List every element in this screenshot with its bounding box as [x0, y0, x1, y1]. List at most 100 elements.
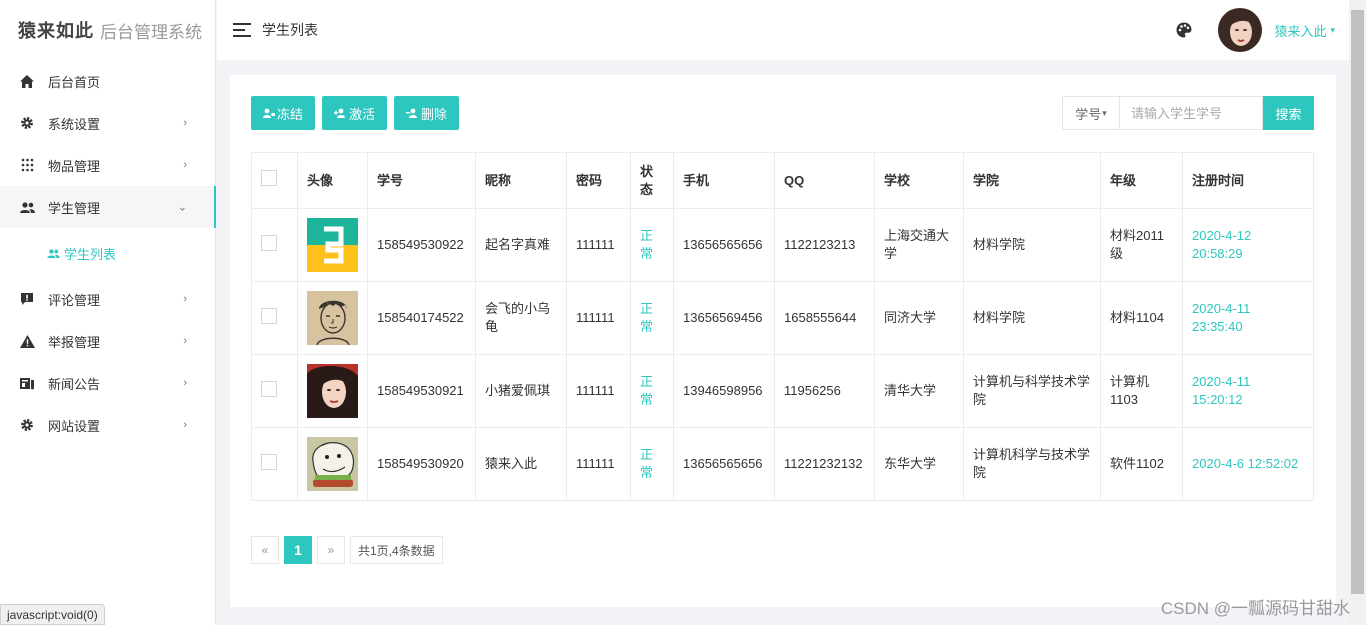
column-header: 学号 — [367, 152, 476, 209]
student-status: 正常 — [630, 281, 674, 355]
gear-icon — [19, 115, 35, 131]
avatar-cell — [297, 427, 368, 501]
table-row: 158549530921 小猪爱佩琪 111111 正常 13946598956… — [251, 354, 1314, 428]
chevron-right-icon: › — [183, 377, 187, 389]
delete-button[interactable]: 删除 — [394, 96, 460, 130]
caret-down-icon[interactable]: ▾ — [1330, 25, 1335, 36]
palette-icon[interactable] — [1176, 22, 1192, 38]
pagination-summary: 共1页,4条数据 — [350, 536, 443, 564]
student-qq: 11221232132 — [774, 427, 875, 501]
sidebar-item-label: 网站设置 — [48, 418, 101, 434]
column-header: 头像 — [297, 152, 368, 209]
delete-label: 删除 — [421, 106, 448, 122]
student-avatar[interactable] — [307, 218, 358, 272]
column-header: 手机 — [673, 152, 775, 209]
column-header: 年级 — [1100, 152, 1183, 209]
student-avatar[interactable] — [307, 437, 358, 491]
sidebar-item-label: 举报管理 — [48, 334, 101, 350]
search-input[interactable] — [1119, 96, 1263, 130]
student-qq: 1658555644 — [774, 281, 875, 355]
chevron-right-icon: › — [183, 293, 187, 305]
column-header: 学校 — [874, 152, 964, 209]
news-icon — [19, 375, 35, 391]
student-grade: 计算机1103 — [1100, 354, 1183, 428]
header-user-area: 猿来入此 ▾ — [1176, 0, 1335, 60]
student-qq: 1122123213 — [774, 208, 875, 282]
content-card: 冻结 激活 删除 学号 ▾ 搜索 头像 — [230, 75, 1336, 607]
student-college: 材料学院 — [963, 281, 1101, 355]
student-college: 计算机与科学技术学院 — [963, 354, 1101, 428]
chevron-right-icon: › — [183, 117, 187, 129]
caret-down-icon: ▾ — [1102, 107, 1107, 118]
student-registered-time: 2020-4-11 23:35:40 — [1182, 281, 1314, 355]
avatar-cell — [297, 354, 368, 428]
sidebar-item-label: 物品管理 — [48, 158, 101, 174]
column-header: 密码 — [566, 152, 631, 209]
sidebar-item-comments[interactable]: 评论管理 › — [0, 278, 215, 320]
chevron-right-icon: › — [183, 159, 187, 171]
student-id: 158549530921 — [367, 354, 476, 428]
sidebar-item-reports[interactable]: 举报管理 › — [0, 320, 215, 362]
page-title: 学生列表 — [262, 22, 318, 38]
student-password: 111111 — [566, 354, 631, 428]
activate-button[interactable]: 激活 — [322, 96, 388, 130]
username-dropdown[interactable]: 猿来入此 — [1274, 21, 1326, 40]
page-number-button[interactable]: 1 — [284, 536, 312, 564]
freeze-button[interactable]: 冻结 — [251, 96, 316, 130]
column-header: 注册时间 — [1182, 152, 1314, 209]
row-select-cell — [251, 427, 298, 501]
student-status: 正常 — [630, 354, 674, 428]
top-header: 学生列表 猿来入此 ▾ — [217, 0, 1349, 60]
search-button[interactable]: 搜索 — [1263, 96, 1314, 130]
sidebar-item-items[interactable]: 物品管理 › — [0, 144, 215, 186]
row-checkbox[interactable] — [261, 453, 277, 470]
menu-toggle-icon[interactable] — [233, 23, 251, 37]
student-avatar[interactable] — [307, 291, 358, 345]
sidebar-item-news[interactable]: 新闻公告 › — [0, 362, 215, 404]
table-row: 158549530920 猿来入此 111111 正常 13656565656 … — [251, 427, 1314, 501]
next-page-button[interactable]: » — [317, 536, 345, 564]
student-avatar[interactable] — [307, 364, 358, 418]
column-header: 状态 — [630, 152, 674, 209]
brand-logo[interactable]: 猿来如此 后台管理系统 — [0, 0, 215, 60]
select-all-checkbox[interactable] — [261, 170, 277, 186]
sidebar-menu: 后台首页 系统设置 › 物品管理 › 学生管理 ⌄ 学生列表 评论管理 › 举报… — [0, 60, 216, 446]
user-avatar[interactable] — [1218, 8, 1263, 52]
column-header: 学院 — [963, 152, 1101, 209]
student-nickname: 猿来入此 — [475, 427, 567, 501]
sidebar-item-students[interactable]: 学生管理 ⌄ — [0, 186, 216, 228]
row-checkbox[interactable] — [261, 234, 277, 251]
sidebar-item-label: 新闻公告 — [48, 376, 101, 392]
chevron-right-icon: › — [183, 335, 187, 347]
student-qq: 11956256 — [774, 354, 875, 428]
row-select-cell — [251, 208, 298, 282]
avatar-cell — [297, 208, 368, 282]
row-select-cell — [251, 354, 298, 428]
search-bar: 学号 ▾ 搜索 — [1062, 96, 1314, 130]
student-phone: 13656565656 — [673, 208, 775, 282]
student-status: 正常 — [630, 208, 674, 282]
gear-icon — [19, 417, 35, 433]
sidebar-item-site-settings[interactable]: 网站设置 › — [0, 404, 215, 446]
prev-page-button[interactable]: « — [251, 536, 279, 564]
page-scrollbar[interactable] — [1349, 0, 1366, 625]
sidebar-item-home[interactable]: 后台首页 — [0, 60, 215, 102]
sidebar-subitem-student-list[interactable]: 学生列表 — [0, 228, 215, 278]
row-checkbox[interactable] — [261, 307, 277, 324]
chevron-right-icon: › — [183, 419, 187, 431]
sidebar-item-label: 后台首页 — [48, 74, 101, 90]
search-type-select[interactable]: 学号 ▾ — [1062, 96, 1119, 130]
pagination: « 1 » 共1页,4条数据 — [251, 536, 443, 564]
student-id: 158540174522 — [367, 281, 476, 355]
scrollbar-thumb[interactable] — [1351, 10, 1364, 594]
student-status: 正常 — [630, 427, 674, 501]
student-registered-time: 2020-4-11 15:20:12 — [1182, 354, 1314, 428]
grid-dots-icon — [19, 157, 35, 173]
row-checkbox[interactable] — [261, 380, 277, 397]
brand-name: 猿来如此 — [18, 21, 94, 42]
student-table: 头像 学号 昵称 密码 状态 手机 QQ 学校 学院 年级 注册时间 15854… — [251, 152, 1314, 501]
student-password: 111111 — [566, 208, 631, 282]
student-registered-time: 2020-4-12 20:58:29 — [1182, 208, 1314, 282]
sidebar-item-system-settings[interactable]: 系统设置 › — [0, 102, 215, 144]
sidebar-item-label: 学生管理 — [48, 200, 101, 216]
